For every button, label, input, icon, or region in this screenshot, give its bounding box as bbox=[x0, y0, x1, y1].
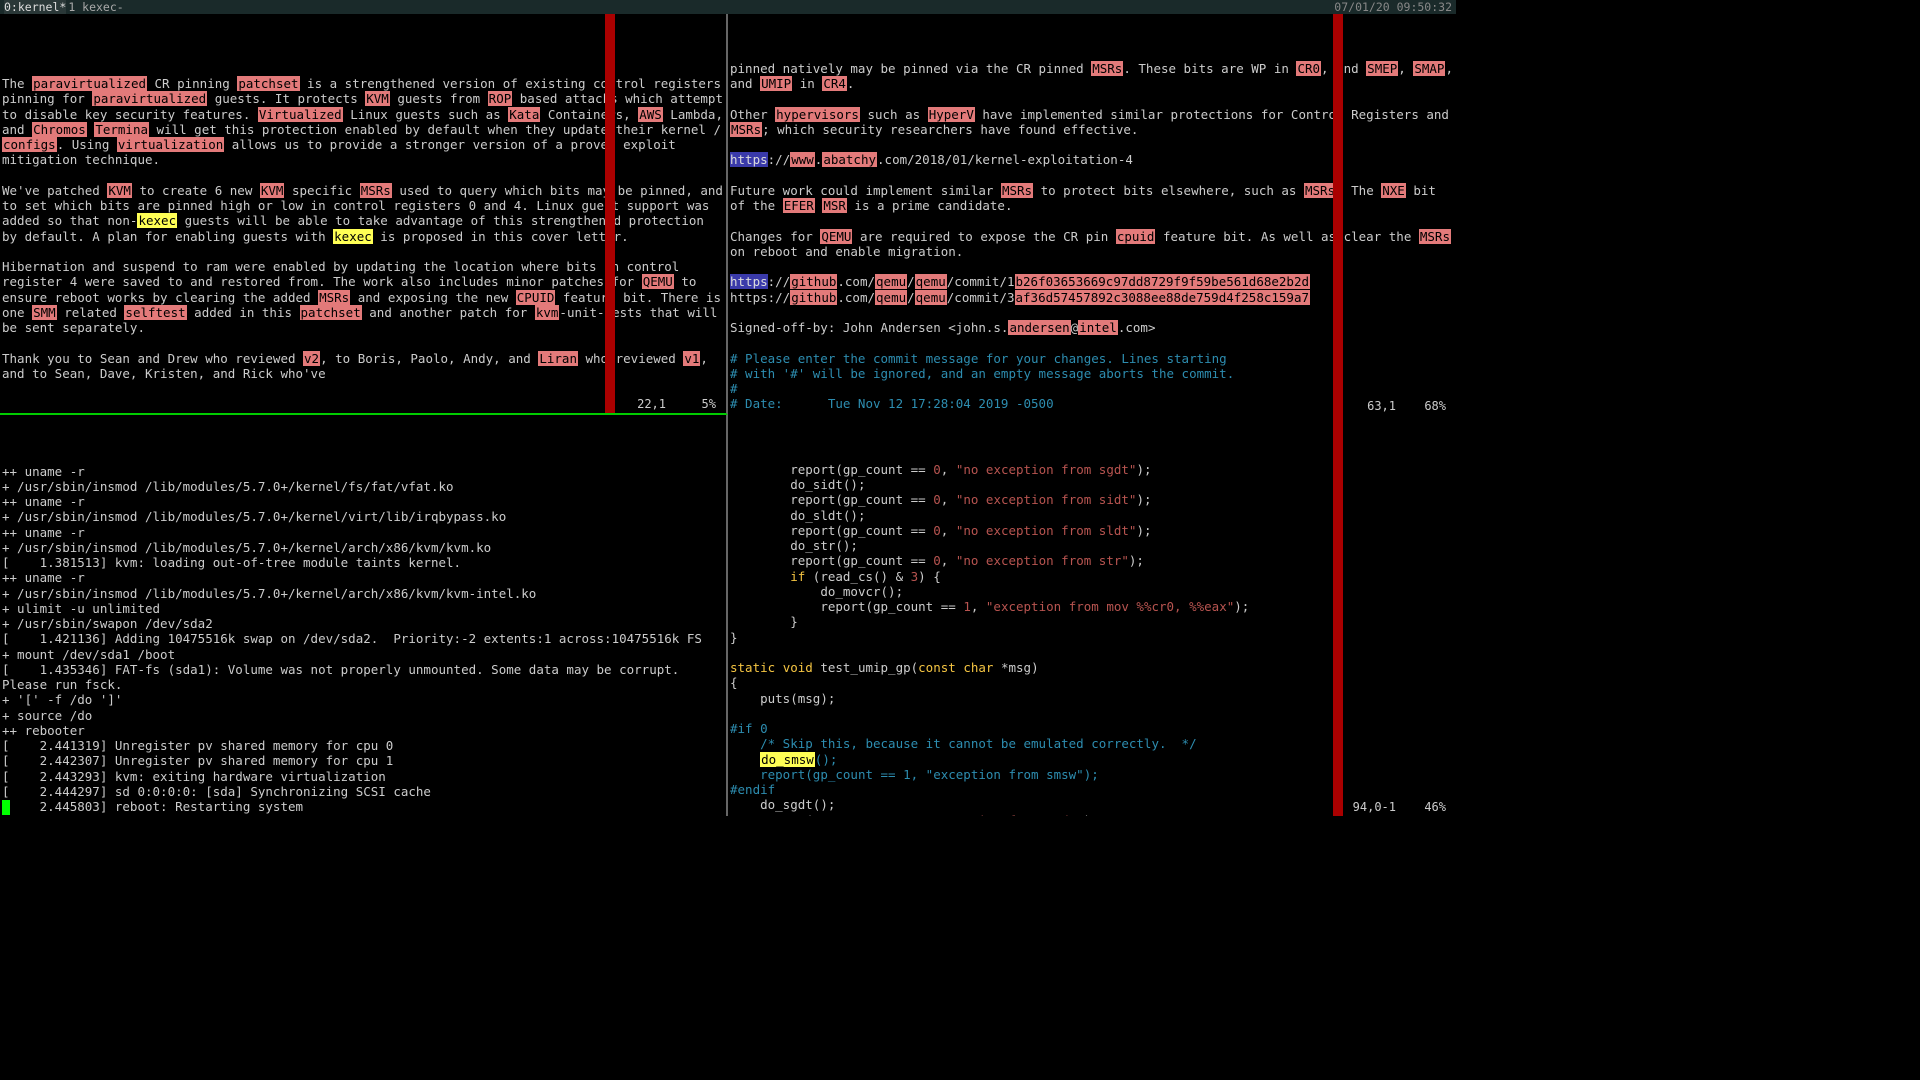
commit-msg-text: The paravirtualized CR pinning patchset … bbox=[2, 61, 724, 381]
vim-colorcolumn bbox=[605, 14, 615, 413]
vim-colorcolumn bbox=[1333, 415, 1343, 816]
tmux-tab-0[interactable]: 0:kernel* bbox=[4, 0, 66, 14]
tmux-statusbar: 0:kernel* 1 kexec- 07/01/20 09:50:32 bbox=[0, 0, 1456, 14]
vim-percent: 5% bbox=[702, 397, 716, 412]
shell-output: ++ uname -r + /usr/sbin/insmod /lib/modu… bbox=[2, 464, 724, 817]
pane-bottom-left[interactable]: ++ uname -r + /usr/sbin/insmod /lib/modu… bbox=[0, 415, 728, 816]
vim-percent: 46% bbox=[1424, 800, 1446, 815]
commit-msg-text-cont: pinned natively may be pinned via the CR… bbox=[730, 61, 1454, 415]
pane-bottom-right[interactable]: report(gp_count == 0, "no exception from… bbox=[728, 415, 1456, 816]
tmux-grid: The paravirtualized CR pinning patchset … bbox=[0, 14, 1456, 816]
vim-position: 22,1 bbox=[637, 397, 666, 412]
vim-colorcolumn bbox=[1333, 14, 1343, 415]
c-source-text: report(gp_count == 0, "no exception from… bbox=[730, 462, 1454, 816]
pane-top-left[interactable]: The paravirtualized CR pinning patchset … bbox=[0, 14, 728, 415]
vim-position: 63,1 bbox=[1367, 399, 1396, 414]
tmux-tab-1[interactable]: 1 kexec- bbox=[68, 0, 123, 14]
pane-top-right[interactable]: pinned natively may be pinned via the CR… bbox=[728, 14, 1456, 415]
shell-cursor bbox=[2, 800, 10, 815]
vim-percent: 68% bbox=[1424, 399, 1446, 414]
clock: 07/01/20 09:50:32 bbox=[1334, 0, 1452, 14]
vim-position: 94,0-1 bbox=[1353, 800, 1396, 815]
